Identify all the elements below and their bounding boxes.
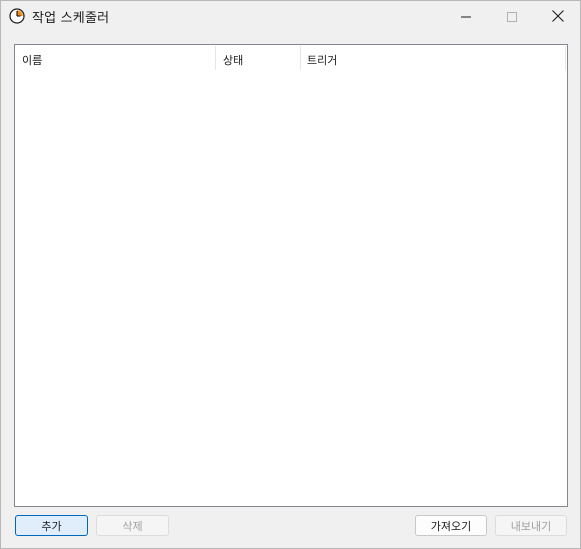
window-title: 작업 스케줄러: [32, 11, 110, 26]
import-button[interactable]: 가져오기: [415, 515, 487, 536]
column-divider[interactable]: [300, 46, 301, 70]
column-divider[interactable]: [215, 46, 216, 70]
column-header-name[interactable]: 이름: [22, 45, 42, 71]
title-bar[interactable]: 작업 스케줄러: [1, 1, 580, 32]
maximize-button[interactable]: [489, 1, 535, 32]
clock-icon: [9, 8, 25, 24]
task-list-header: 이름 상태 트리거: [15, 45, 567, 71]
minimize-button[interactable]: [443, 1, 489, 32]
delete-button[interactable]: 삭제: [96, 515, 169, 536]
task-list[interactable]: 이름 상태 트리거: [14, 44, 568, 507]
task-scheduler-window: 작업 스케줄러 이름 상태 트리거 추가 삭제 가져오기 내보내기: [0, 0, 581, 549]
export-button[interactable]: 내보내기: [495, 515, 567, 536]
close-button[interactable]: [535, 1, 581, 32]
add-button[interactable]: 추가: [15, 515, 88, 536]
column-divider[interactable]: [565, 46, 566, 70]
maximize-icon: [507, 7, 517, 26]
column-header-trigger[interactable]: 트리거: [307, 45, 337, 71]
minimize-icon: [461, 7, 471, 26]
close-icon: [552, 7, 564, 26]
column-header-status[interactable]: 상태: [223, 45, 243, 71]
